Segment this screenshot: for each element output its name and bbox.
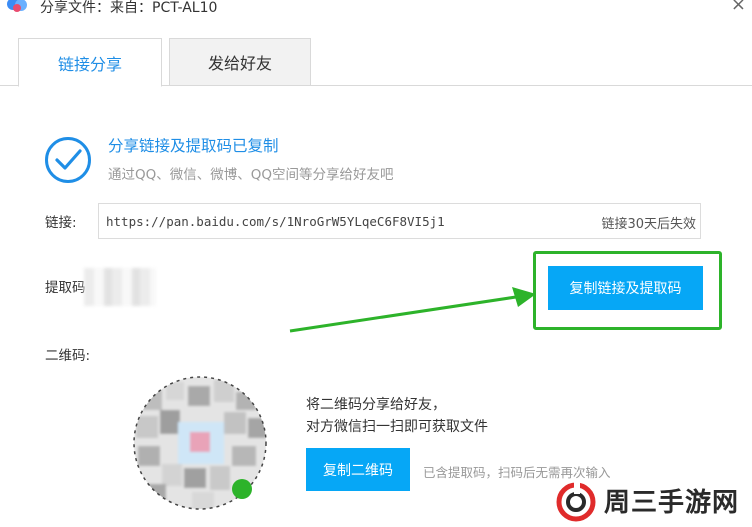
check-circle-icon bbox=[45, 137, 91, 183]
qr-instruction-line-1: 将二维码分享给好友， bbox=[306, 397, 446, 413]
close-icon[interactable]: × bbox=[731, 0, 746, 15]
success-title: 分享链接及提取码已复制 bbox=[108, 137, 279, 155]
link-expiry: 链接30天后失效 bbox=[601, 217, 696, 232]
title-bar: 分享文件：来自：PCT-AL10 × bbox=[0, 0, 752, 22]
qr-label: 二维码: bbox=[45, 348, 91, 364]
watermark-logo-icon bbox=[556, 482, 596, 522]
copy-qr-button[interactable]: 复制二维码 bbox=[306, 448, 410, 491]
qr-instruction-line-2: 对方微信扫一扫即可获取文件 bbox=[306, 419, 488, 435]
success-subtitle: 通过QQ、微信、微博、QQ空间等分享给好友吧 bbox=[108, 167, 394, 183]
window-title: 分享文件：来自：PCT-AL10 bbox=[40, 0, 218, 16]
baidu-netdisk-logo-icon bbox=[7, 0, 27, 12]
extract-code-value-blurred bbox=[84, 268, 156, 306]
watermark-text: 周三手游网 bbox=[604, 488, 740, 518]
watermark: 周三手游网 bbox=[556, 478, 752, 527]
tab-link-share[interactable]: 链接分享 bbox=[18, 38, 162, 87]
green-arrow-annotation bbox=[289, 287, 536, 333]
link-url[interactable]: https://pan.baidu.com/s/1NroGrW5YLqeC6F8… bbox=[106, 214, 445, 229]
extract-code-label: 提取码 bbox=[45, 280, 86, 296]
tab-send-to-friend[interactable]: 发给好友 bbox=[169, 38, 311, 86]
qr-code-blurred bbox=[133, 376, 267, 510]
link-label: 链接: bbox=[45, 215, 77, 231]
copy-link-and-code-button[interactable]: 复制链接及提取码 bbox=[548, 266, 703, 310]
tab-bar: 链接分享 发给好友 bbox=[0, 38, 752, 87]
link-field[interactable]: https://pan.baidu.com/s/1NroGrW5YLqeC6F8… bbox=[98, 203, 701, 239]
